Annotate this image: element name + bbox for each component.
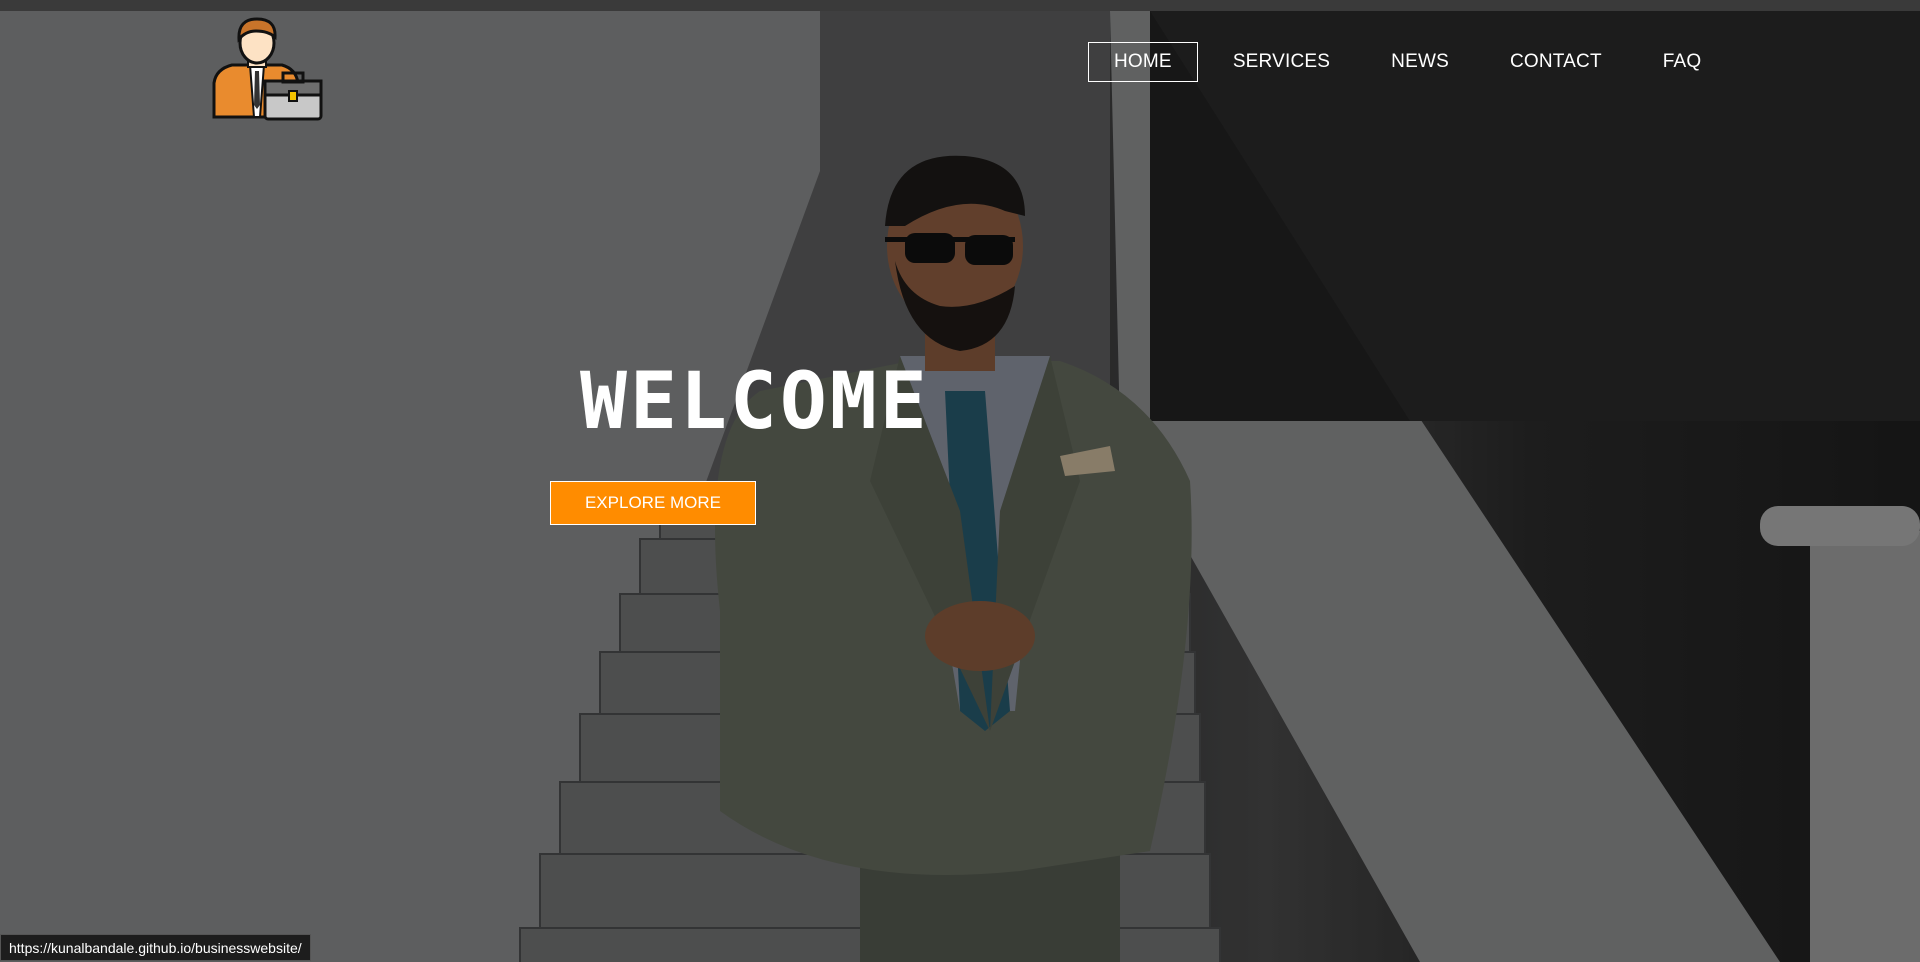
browser-status-bar: https://kunalbandale.github.io/businessw… <box>0 934 311 961</box>
hero-title: WELCOME <box>580 357 930 447</box>
explore-more-button[interactable]: EXPLORE MORE <box>550 481 756 525</box>
nav-contact-link[interactable]: CONTACT <box>1484 42 1628 82</box>
nav-news-link[interactable]: NEWS <box>1365 42 1475 82</box>
main-navigation: HOME SERVICES NEWS CONTACT FAQ <box>1088 42 1736 82</box>
hero-background-photo <box>0 11 1920 962</box>
nav-faq-link[interactable]: FAQ <box>1637 42 1728 82</box>
hero-section: HOME SERVICES NEWS CONTACT FAQ WELCOME E… <box>0 11 1920 962</box>
businessman-briefcase-icon[interactable] <box>210 13 325 125</box>
nav-home-link[interactable]: HOME <box>1088 42 1198 82</box>
nav-services-link[interactable]: SERVICES <box>1207 42 1356 82</box>
